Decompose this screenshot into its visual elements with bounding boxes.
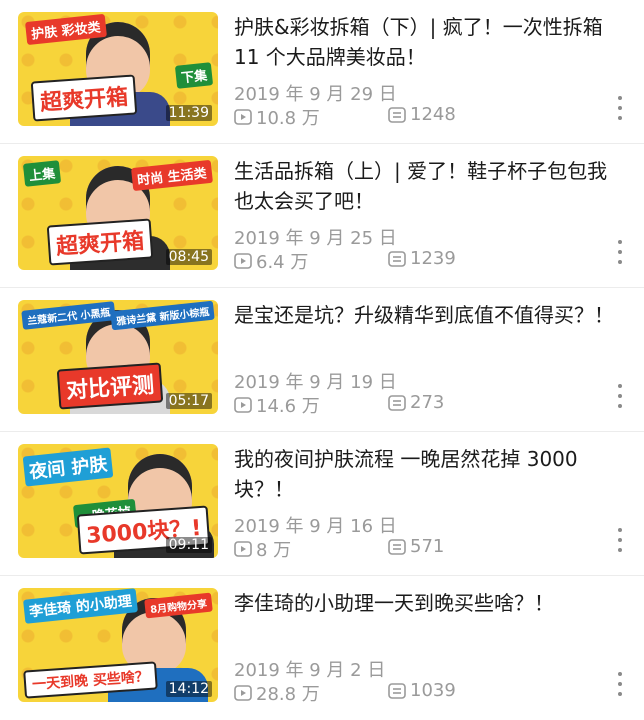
video-title[interactable]: 我的夜间护肤流程 一晚居然花掉 3000 块？！	[234, 444, 624, 504]
thumbnail-headline: 对比评测	[56, 362, 164, 410]
video-stats: 8 万 571	[234, 536, 614, 562]
video-thumbnail[interactable]: 兰蔻新二代 小黑瓶 雅诗兰黛 新版小棕瓶 对比评测 05:17	[18, 300, 218, 414]
video-thumbnail[interactable]: 护肤 彩妆类 下集 超爽开箱 11:39	[18, 12, 218, 126]
more-vertical-icon[interactable]	[616, 240, 624, 264]
video-thumbnail[interactable]: 上集 时尚 生活类 超爽开箱 08:45	[18, 156, 218, 270]
video-stats: 10.8 万 1248	[234, 104, 614, 130]
list-item[interactable]: 上集 时尚 生活类 超爽开箱 08:45 生活品拆箱（上）| 爱了！鞋子杯子包包…	[0, 144, 644, 288]
play-count-icon	[234, 541, 252, 557]
video-stats: 14.6 万 273	[234, 392, 614, 418]
list-item[interactable]: 护肤 彩妆类 下集 超爽开箱 11:39 护肤&彩妆拆箱（下）| 疯了！一次性拆…	[0, 0, 644, 144]
view-count-value: 8 万	[256, 540, 292, 561]
comment-count-value: 1039	[410, 680, 456, 701]
thumbnail-headline: 超爽开箱	[30, 74, 138, 122]
comment-icon	[388, 250, 406, 267]
view-count-value: 28.8 万	[256, 684, 320, 705]
video-date: 2019 年 9 月 16 日	[234, 516, 397, 537]
video-title[interactable]: 生活品拆箱（上）| 爱了！鞋子杯子包包我也太会买了吧！	[234, 156, 624, 216]
view-count-value: 10.8 万	[256, 108, 320, 129]
comment-count-value: 571	[410, 536, 445, 557]
comment-icon	[388, 538, 406, 555]
comment-count-value: 1248	[410, 104, 456, 125]
thumbnail-headline: 超爽开箱	[46, 218, 154, 266]
play-count-icon	[234, 685, 252, 701]
comment-icon	[388, 106, 406, 123]
view-count-value: 14.6 万	[256, 396, 320, 417]
comment-icon	[388, 394, 406, 411]
view-count-value: 6.4 万	[256, 252, 309, 273]
more-vertical-icon[interactable]	[616, 384, 624, 408]
duration-badge: 08:45	[165, 249, 212, 265]
view-count: 10.8 万	[234, 104, 320, 130]
view-count: 14.6 万	[234, 392, 320, 418]
duration-badge: 14:12	[165, 681, 212, 697]
comment-count: 1248	[388, 104, 456, 125]
play-count-icon	[234, 397, 252, 413]
comment-count: 1239	[388, 248, 456, 269]
list-item[interactable]: 夜间 护肤 一晚花掉 3000块？! 09:11 我的夜间护肤流程 一晚居然花掉…	[0, 432, 644, 576]
video-title[interactable]: 是宝还是坑？升级精华到底值不值得买？！	[234, 300, 624, 330]
video-date: 2019 年 9 月 19 日	[234, 372, 397, 393]
video-date: 2019 年 9 月 25 日	[234, 228, 397, 249]
more-vertical-icon[interactable]	[616, 672, 624, 696]
video-date: 2019 年 9 月 2 日	[234, 660, 386, 681]
list-item[interactable]: 兰蔻新二代 小黑瓶 雅诗兰黛 新版小棕瓶 对比评测 05:17 是宝还是坑？升级…	[0, 288, 644, 432]
more-vertical-icon[interactable]	[616, 528, 624, 552]
thumbnail-tag: 上集	[22, 160, 62, 187]
video-stats: 6.4 万 1239	[234, 248, 614, 274]
thumbnail-tag: 下集	[174, 62, 214, 89]
comment-count-value: 273	[410, 392, 445, 413]
video-thumbnail[interactable]: 李佳琦 的小助理 8月购物分享 一天到晚 买些啥？ 14:12	[18, 588, 218, 702]
comment-count: 1039	[388, 680, 456, 701]
comment-icon	[388, 682, 406, 699]
comment-count: 571	[388, 536, 444, 557]
comment-count: 273	[388, 392, 444, 413]
duration-badge: 09:11	[165, 537, 212, 553]
duration-badge: 05:17	[165, 393, 212, 409]
view-count: 8 万	[234, 536, 291, 562]
play-count-icon	[234, 253, 252, 269]
comment-count-value: 1239	[410, 248, 456, 269]
view-count: 6.4 万	[234, 248, 308, 274]
video-title[interactable]: 护肤&彩妆拆箱（下）| 疯了！一次性拆箱 11 个大品牌美妆品！	[234, 12, 624, 72]
video-stats: 28.8 万 1039	[234, 680, 614, 706]
more-vertical-icon[interactable]	[616, 96, 624, 120]
video-title[interactable]: 李佳琦的小助理一天到晚买些啥？！	[234, 588, 624, 618]
video-list: 护肤 彩妆类 下集 超爽开箱 11:39 护肤&彩妆拆箱（下）| 疯了！一次性拆…	[0, 0, 644, 718]
duration-badge: 11:39	[165, 105, 212, 121]
video-date: 2019 年 9 月 29 日	[234, 84, 397, 105]
view-count: 28.8 万	[234, 680, 320, 706]
list-item[interactable]: 李佳琦 的小助理 8月购物分享 一天到晚 买些啥？ 14:12 李佳琦的小助理一…	[0, 576, 644, 720]
video-thumbnail[interactable]: 夜间 护肤 一晚花掉 3000块？! 09:11	[18, 444, 218, 558]
play-count-icon	[234, 109, 252, 125]
